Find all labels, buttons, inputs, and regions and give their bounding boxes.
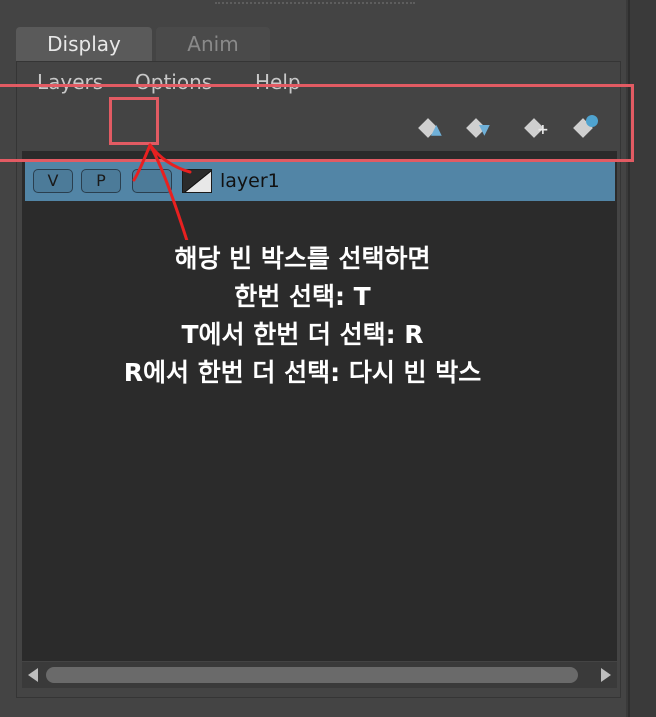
scroll-right-arrow-icon[interactable]: [601, 668, 611, 682]
tab-anim[interactable]: Anim: [156, 27, 270, 61]
scroll-thumb[interactable]: [46, 667, 578, 683]
panel-resize-grip[interactable]: [215, 2, 415, 6]
layer-editor-window: Display Anim Layers Options Help ▲ ▼ + V…: [0, 0, 656, 717]
annotation-line: T에서 한번 더 선택: R: [181, 320, 424, 349]
visibility-toggle-button[interactable]: V: [33, 169, 73, 193]
annotation-line: 한번 선택: T: [234, 282, 371, 311]
annotation-highlight-box: [109, 97, 159, 145]
annotation-line: R에서 한번 더 선택: 다시 빈 박스: [123, 358, 482, 387]
annotation-highlight-row: [0, 84, 634, 162]
annotation-text: 해당 빈 박스를 선택하면 한번 선택: T T에서 한번 더 선택: R R에…: [20, 240, 585, 392]
annotation-arrow-icon: [132, 143, 192, 240]
annotation-line: 해당 빈 박스를 선택하면: [174, 244, 431, 273]
tab-display[interactable]: Display: [16, 27, 152, 61]
scroll-left-arrow-icon[interactable]: [28, 668, 38, 682]
tab-bar: Display Anim: [16, 27, 276, 61]
layer-name[interactable]: layer1: [220, 167, 280, 195]
horizontal-scrollbar[interactable]: [22, 662, 617, 688]
